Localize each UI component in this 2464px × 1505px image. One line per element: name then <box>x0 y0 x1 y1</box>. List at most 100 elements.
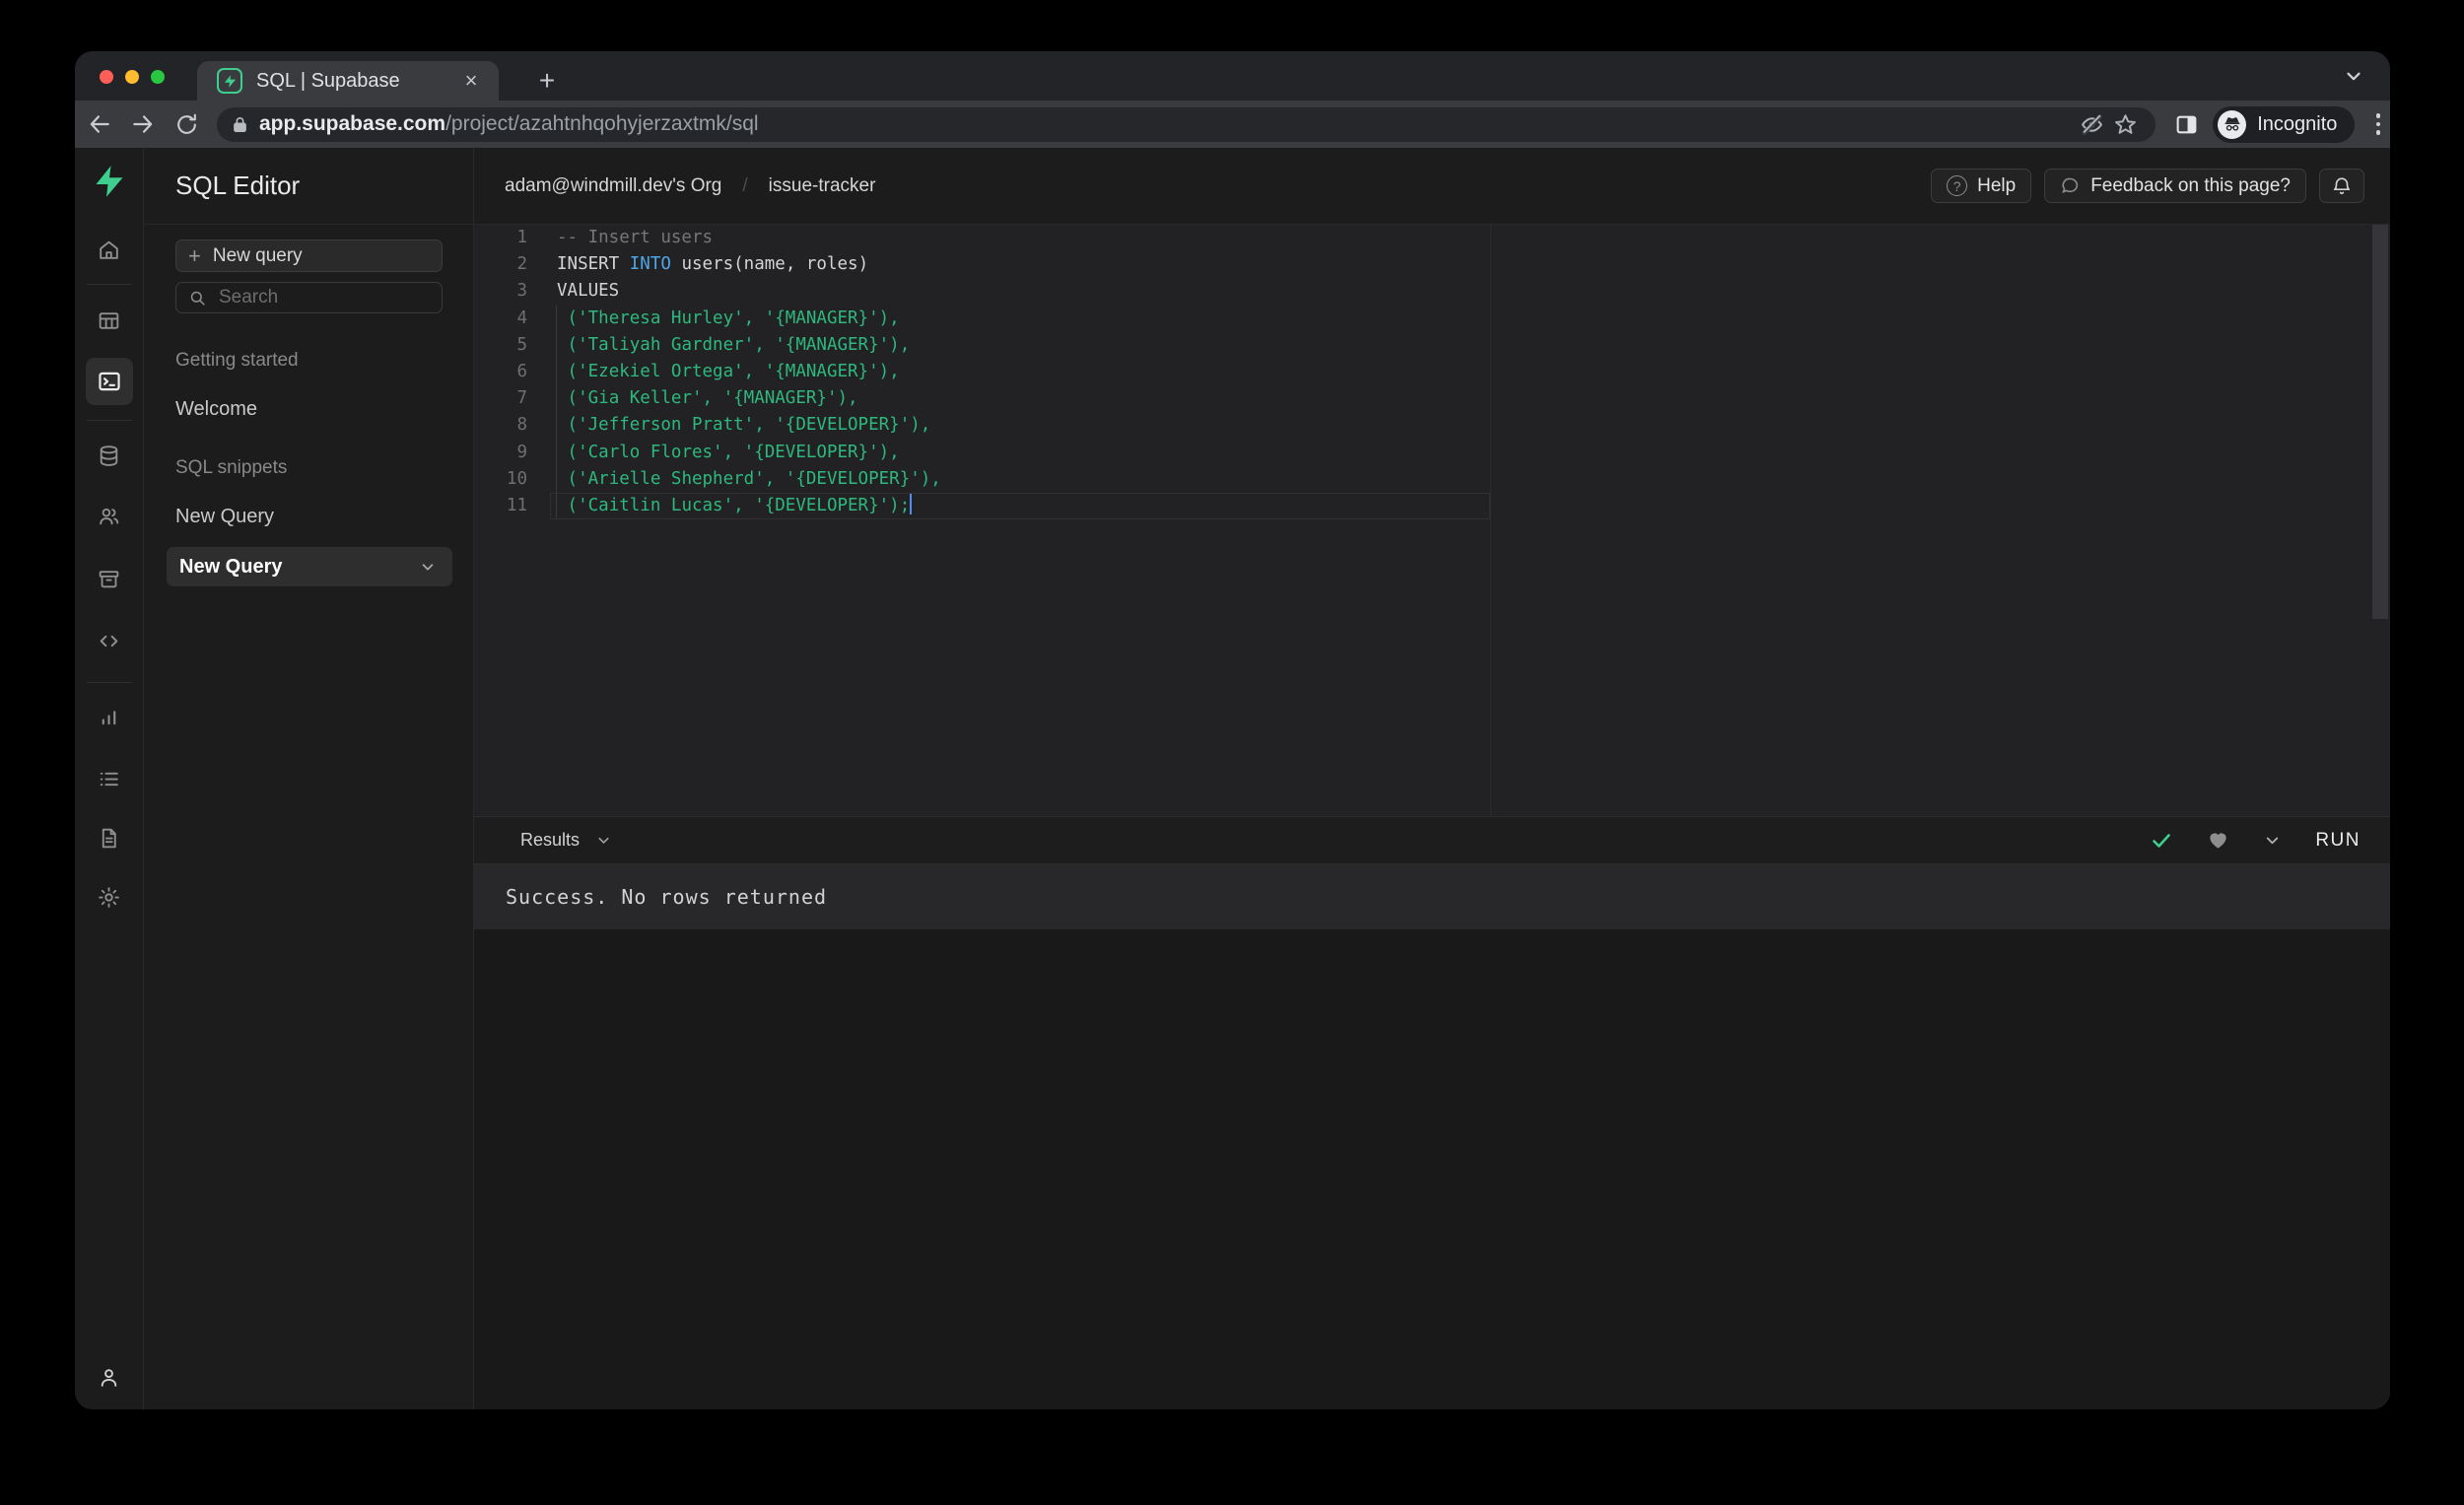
new-query-button[interactable]: + New query <box>175 239 443 272</box>
tab-close-icon[interactable]: × <box>457 67 485 95</box>
code-line[interactable]: 3 VALUES <box>474 278 2390 305</box>
rail-database-icon[interactable] <box>86 432 133 479</box>
plus-icon: + <box>188 242 201 268</box>
success-check-icon <box>2153 833 2171 848</box>
results-chevron-icon <box>598 837 609 844</box>
run-options-chevron-icon[interactable] <box>2263 831 2282 850</box>
sidebar-item-new-query-selected[interactable]: New Query <box>167 547 452 586</box>
code-line[interactable]: 8 ('Jefferson Pratt', '{DEVELOPER}'), <box>474 412 2390 440</box>
code-line[interactable]: 5 ('Taliyah Gardner', '{MANAGER}'), <box>474 331 2390 360</box>
search-placeholder: Search <box>219 287 279 308</box>
browser-tab[interactable]: SQL | Supabase × <box>197 61 499 101</box>
code-line[interactable]: 7 ('Gia Keller', '{MANAGER}'), <box>474 385 2390 413</box>
chevron-down-icon[interactable] <box>419 558 437 576</box>
side-panel-icon[interactable] <box>2173 104 2199 144</box>
nav-rail <box>75 148 144 1409</box>
back-icon[interactable] <box>81 105 118 143</box>
line-number: 4 <box>516 308 527 328</box>
breadcrumb-separator: / <box>742 174 748 196</box>
rail-reports-icon[interactable] <box>86 694 133 741</box>
tab-title: SQL | Supabase <box>256 69 400 92</box>
sidebar-item-new-query[interactable]: New Query <box>175 506 442 528</box>
line-number: 6 <box>516 361 527 381</box>
code-line[interactable]: 9 ('Carlo Flores', '{DEVELOPER}'), <box>474 439 2390 466</box>
code-line[interactable]: 6 ('Ezekiel Ortega', '{MANAGER}'), <box>474 358 2390 386</box>
code-line[interactable]: 1 -- Insert users <box>474 225 2390 251</box>
rail-table-editor-icon[interactable] <box>86 297 133 344</box>
results-tab[interactable]: Results <box>520 830 612 851</box>
text-cursor <box>910 492 913 514</box>
favorite-heart-icon[interactable] <box>2207 829 2229 852</box>
line-number: 11 <box>506 495 527 515</box>
browser-toolbar: app.supabase.com/project/azahtnhqohyjerz… <box>75 101 2390 148</box>
line-number: 5 <box>516 334 527 355</box>
section-label-sql-snippets: SQL snippets <box>175 457 288 478</box>
results-toolbar: Results RUN <box>474 816 2390 864</box>
code-line[interactable]: 11 ('Caitlin Lucas', '{DEVELOPER}'); <box>474 492 2390 520</box>
rail-account-icon[interactable] <box>86 1353 133 1401</box>
notifications-button[interactable] <box>2319 169 2364 203</box>
incognito-badge: Incognito <box>2213 105 2356 143</box>
window-controls <box>100 70 165 84</box>
help-button[interactable]: ? Help <box>1931 169 2032 203</box>
minimize-window-button[interactable] <box>125 70 139 84</box>
editor-ruler <box>1490 225 1491 816</box>
line-number: 10 <box>506 468 527 489</box>
code-line[interactable]: 4 ('Theresa Hurley', '{MANAGER}'), <box>474 305 2390 332</box>
breadcrumb-project[interactable]: issue-tracker <box>769 175 876 197</box>
eye-off-icon[interactable] <box>2075 107 2108 141</box>
rail-logs-icon[interactable] <box>86 755 133 802</box>
line-number: 9 <box>516 442 527 462</box>
url-text: app.supabase.com/project/azahtnhqohyjerz… <box>259 112 759 135</box>
sidebar-header: SQL Editor <box>144 148 473 225</box>
rail-storage-icon[interactable] <box>86 555 133 602</box>
zoom-window-button[interactable] <box>151 70 165 84</box>
bookmark-star-icon[interactable] <box>2108 107 2142 141</box>
sql-editor-sidebar: SQL Editor + New query Search Getting st… <box>144 148 474 1409</box>
section-label-getting-started: Getting started <box>175 350 299 371</box>
rail-settings-icon[interactable] <box>86 873 133 921</box>
line-number: 3 <box>516 281 527 302</box>
rail-auth-icon[interactable] <box>86 492 133 539</box>
tab-search-chevron-icon[interactable] <box>2343 65 2364 87</box>
url-bar[interactable]: app.supabase.com/project/azahtnhqohyjerz… <box>217 106 2156 142</box>
incognito-icon <box>2218 109 2247 139</box>
code-lines: 1 -- Insert users 2 INSERT INTO users(name,… <box>474 225 2390 520</box>
breadcrumb: adam@windmill.dev's Org / issue-tracker <box>505 175 875 197</box>
close-window-button[interactable] <box>100 70 113 84</box>
editor-scrollbar[interactable] <box>2372 225 2388 619</box>
page-title: SQL Editor <box>175 171 301 200</box>
run-button[interactable]: RUN <box>2315 830 2361 852</box>
search-icon <box>190 291 205 306</box>
forward-icon[interactable] <box>124 105 162 143</box>
line-number: 2 <box>516 254 527 275</box>
bell-icon <box>2333 176 2351 194</box>
feedback-button[interactable]: Feedback on this page? <box>2044 169 2306 203</box>
rail-home-icon[interactable] <box>86 226 133 273</box>
browser-menu-icon[interactable] <box>2366 106 2390 142</box>
code-line[interactable]: 2 INSERT INTO users(name, roles) <box>474 251 2390 278</box>
breadcrumb-org[interactable]: adam@windmill.dev's Org <box>505 175 721 197</box>
help-icon: ? <box>1947 175 1968 196</box>
supabase-app: SQL Editor + New query Search Getting st… <box>75 148 2390 1409</box>
line-number: 8 <box>516 415 527 436</box>
rail-sql-editor-icon[interactable] <box>85 358 133 405</box>
search-input[interactable]: Search <box>175 282 443 313</box>
sidebar-item-welcome[interactable]: Welcome <box>175 398 442 421</box>
speech-bubble-icon <box>2062 177 2079 193</box>
incognito-label: Incognito <box>2257 112 2338 135</box>
browser-window: SQL | Supabase × + app.supabase.com/proj… <box>75 51 2390 1409</box>
padlock-icon <box>231 115 249 134</box>
rail-edge-functions-icon[interactable] <box>86 617 133 664</box>
rail-docs-icon[interactable] <box>86 814 133 861</box>
reload-icon[interactable] <box>168 105 205 143</box>
main-area: adam@windmill.dev's Org / issue-tracker … <box>474 148 2390 1409</box>
new-tab-button[interactable]: + <box>529 63 565 99</box>
line-number: 1 <box>516 228 527 247</box>
supabase-logo-icon[interactable] <box>86 158 133 205</box>
code-line[interactable]: 10 ('Arielle Shepherd', '{DEVELOPER}'), <box>474 465 2390 494</box>
sql-code-editor[interactable]: 1 -- Insert users 2 INSERT INTO users(name,… <box>474 225 2390 816</box>
tab-strip: SQL | Supabase × + <box>75 51 2390 101</box>
line-number: 7 <box>516 388 527 409</box>
results-message: Success. No rows returned <box>506 885 828 909</box>
